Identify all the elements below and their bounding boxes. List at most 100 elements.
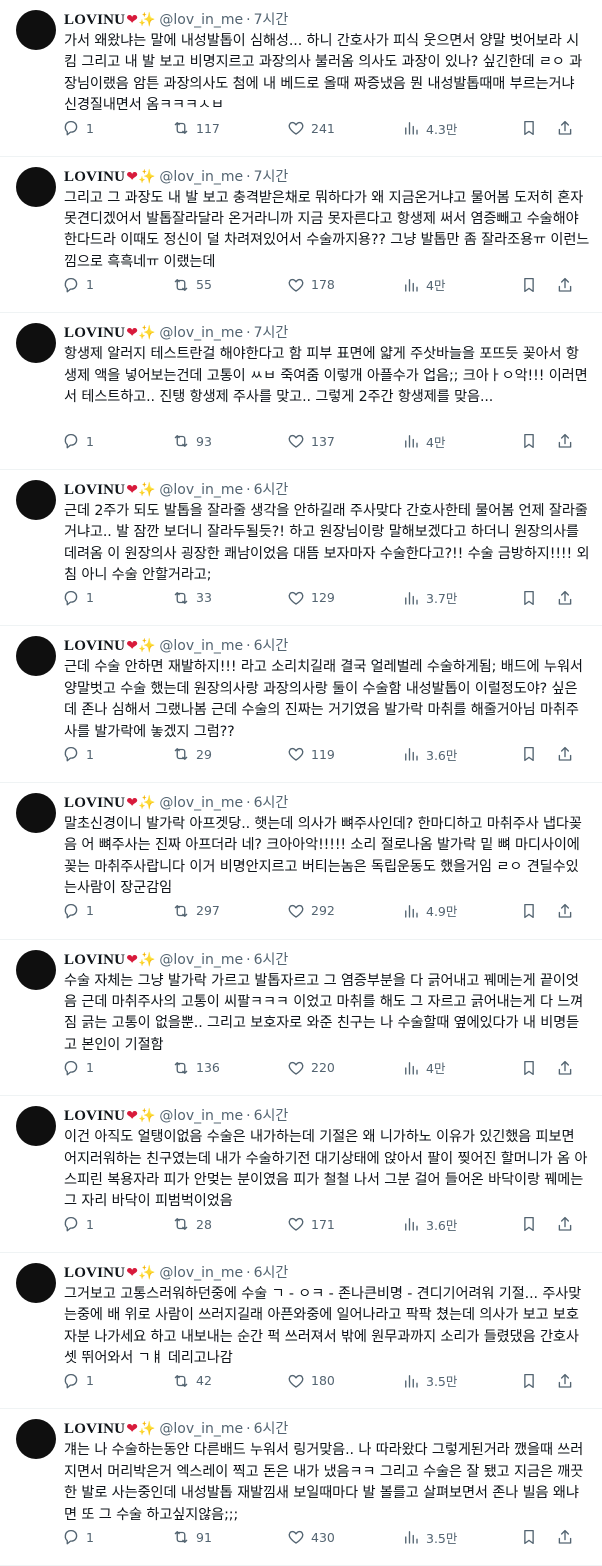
- bookmark-button[interactable]: [520, 902, 556, 920]
- avatar[interactable]: [16, 479, 56, 520]
- author-name[interactable]: LOVINU: [64, 950, 125, 970]
- reply-button[interactable]: 1: [62, 589, 172, 607]
- like-button[interactable]: 137: [287, 432, 402, 450]
- avatar[interactable]: [16, 323, 56, 364]
- tweet[interactable]: LOVINU ❤ ✨ @lov_in_me · 6시간 근데 수술 안하면 재발…: [0, 626, 602, 783]
- reply-button[interactable]: 1: [62, 1059, 172, 1077]
- views-button[interactable]: 4만: [402, 1058, 520, 1077]
- bookmark-button[interactable]: [520, 119, 556, 137]
- tweet[interactable]: LOVINU ❤ ✨ @lov_in_me · 6시간 그거보고 고통스러워하던…: [0, 1253, 602, 1410]
- like-button[interactable]: 129: [287, 589, 402, 607]
- author-handle[interactable]: @lov_in_me: [159, 1263, 243, 1283]
- author-handle[interactable]: @lov_in_me: [159, 1419, 243, 1439]
- author-name[interactable]: LOVINU: [64, 793, 125, 813]
- like-button[interactable]: 292: [287, 902, 402, 920]
- views-button[interactable]: 4.9만: [402, 901, 520, 920]
- retweet-button[interactable]: 28: [172, 1215, 287, 1233]
- tweet[interactable]: LOVINU ❤ ✨ @lov_in_me · 6시간 말초신경이니 발가락 아…: [0, 783, 602, 940]
- timestamp[interactable]: 6시간: [254, 950, 289, 970]
- views-button[interactable]: 4만: [402, 432, 520, 451]
- retweet-button[interactable]: 297: [172, 902, 287, 920]
- tweet[interactable]: LOVINU ❤ ✨ @lov_in_me · 7시간 항생제 알러지 테스트란…: [0, 313, 602, 470]
- timestamp[interactable]: 7시간: [254, 167, 289, 187]
- tweet[interactable]: LOVINU ❤ ✨ @lov_in_me · 6시간 이건 아직도 얼탱이없음…: [0, 1096, 602, 1253]
- bookmark-button[interactable]: [520, 276, 556, 294]
- like-button[interactable]: 171: [287, 1215, 402, 1233]
- reply-button[interactable]: 1: [62, 432, 172, 450]
- author-handle[interactable]: @lov_in_me: [159, 636, 243, 656]
- share-button[interactable]: [556, 276, 576, 294]
- share-button[interactable]: [556, 589, 576, 607]
- bookmark-button[interactable]: [520, 589, 556, 607]
- retweet-button[interactable]: 33: [172, 589, 287, 607]
- author-handle[interactable]: @lov_in_me: [159, 10, 243, 30]
- author-handle[interactable]: @lov_in_me: [159, 323, 243, 343]
- like-button[interactable]: 430: [287, 1528, 402, 1546]
- like-button[interactable]: 241: [287, 119, 402, 137]
- author-name[interactable]: LOVINU: [64, 167, 125, 187]
- share-button[interactable]: [556, 1059, 576, 1077]
- author-name[interactable]: LOVINU: [64, 1419, 125, 1439]
- share-button[interactable]: [556, 1528, 576, 1546]
- avatar[interactable]: [16, 10, 56, 50]
- share-button[interactable]: [556, 119, 576, 137]
- reply-button[interactable]: 1: [62, 1215, 172, 1233]
- bookmark-button[interactable]: [520, 432, 556, 450]
- views-button[interactable]: 3.6만: [402, 1215, 520, 1234]
- avatar[interactable]: [16, 949, 56, 990]
- bookmark-button[interactable]: [520, 1372, 556, 1390]
- reply-button[interactable]: 1: [62, 276, 172, 294]
- tweet[interactable]: LOVINU ❤ ✨ @lov_in_me · 7시간 가서 왜왔냐는 말에 내…: [0, 0, 602, 157]
- reply-button[interactable]: 1: [62, 1528, 172, 1546]
- views-button[interactable]: 4만: [402, 275, 520, 294]
- share-button[interactable]: [556, 432, 576, 450]
- author-handle[interactable]: @lov_in_me: [159, 793, 243, 813]
- tweet[interactable]: LOVINU ❤ ✨ @lov_in_me · 7시간 그리고 그 과장도 내 …: [0, 157, 602, 314]
- bookmark-button[interactable]: [520, 1528, 556, 1546]
- author-name[interactable]: LOVINU: [64, 480, 125, 500]
- views-button[interactable]: 3.7만: [402, 588, 520, 607]
- bookmark-button[interactable]: [520, 1215, 556, 1233]
- author-handle[interactable]: @lov_in_me: [159, 480, 243, 500]
- timestamp[interactable]: 6시간: [254, 1106, 289, 1126]
- like-button[interactable]: 119: [287, 745, 402, 763]
- views-button[interactable]: 3.6만: [402, 745, 520, 764]
- views-button[interactable]: 4.3만: [402, 119, 520, 138]
- bookmark-button[interactable]: [520, 1059, 556, 1077]
- avatar[interactable]: [16, 792, 56, 833]
- retweet-button[interactable]: 93: [172, 432, 287, 450]
- like-button[interactable]: 180: [287, 1372, 402, 1390]
- timestamp[interactable]: 6시간: [254, 793, 289, 813]
- reply-button[interactable]: 1: [62, 745, 172, 763]
- tweet[interactable]: LOVINU ❤ ✨ @lov_in_me · 6시간 근데 2주가 되도 발톱…: [0, 470, 602, 627]
- avatar[interactable]: [16, 636, 56, 677]
- avatar[interactable]: [16, 166, 56, 207]
- retweet-button[interactable]: 91: [172, 1528, 287, 1546]
- retweet-button[interactable]: 42: [172, 1372, 287, 1390]
- author-handle[interactable]: @lov_in_me: [159, 167, 243, 187]
- timestamp[interactable]: 7시간: [254, 323, 289, 343]
- timestamp[interactable]: 6시간: [254, 1419, 289, 1439]
- retweet-button[interactable]: 136: [172, 1059, 287, 1077]
- tweet[interactable]: LOVINU ❤ ✨ @lov_in_me · 6시간 수술 자체는 그냥 발가…: [0, 940, 602, 1097]
- avatar[interactable]: [16, 1262, 56, 1303]
- share-button[interactable]: [556, 902, 576, 920]
- views-button[interactable]: 3.5만: [402, 1371, 520, 1390]
- share-button[interactable]: [556, 1372, 576, 1390]
- author-handle[interactable]: @lov_in_me: [159, 1106, 243, 1126]
- share-button[interactable]: [556, 745, 576, 763]
- avatar[interactable]: [16, 1419, 56, 1460]
- retweet-button[interactable]: 117: [172, 119, 287, 137]
- tweet[interactable]: LOVINU ❤ ✨ @lov_in_me · 6시간 걔는 나 수술하는동안 …: [0, 1409, 602, 1566]
- timestamp[interactable]: 6시간: [254, 480, 289, 500]
- reply-button[interactable]: 1: [62, 902, 172, 920]
- retweet-button[interactable]: 29: [172, 745, 287, 763]
- reply-button[interactable]: 1: [62, 119, 172, 137]
- author-name[interactable]: LOVINU: [64, 636, 125, 656]
- reply-button[interactable]: 1: [62, 1372, 172, 1390]
- timestamp[interactable]: 6시간: [254, 636, 289, 656]
- avatar[interactable]: [16, 1106, 56, 1147]
- author-name[interactable]: LOVINU: [64, 10, 125, 30]
- retweet-button[interactable]: 55: [172, 276, 287, 294]
- share-button[interactable]: [556, 1215, 576, 1233]
